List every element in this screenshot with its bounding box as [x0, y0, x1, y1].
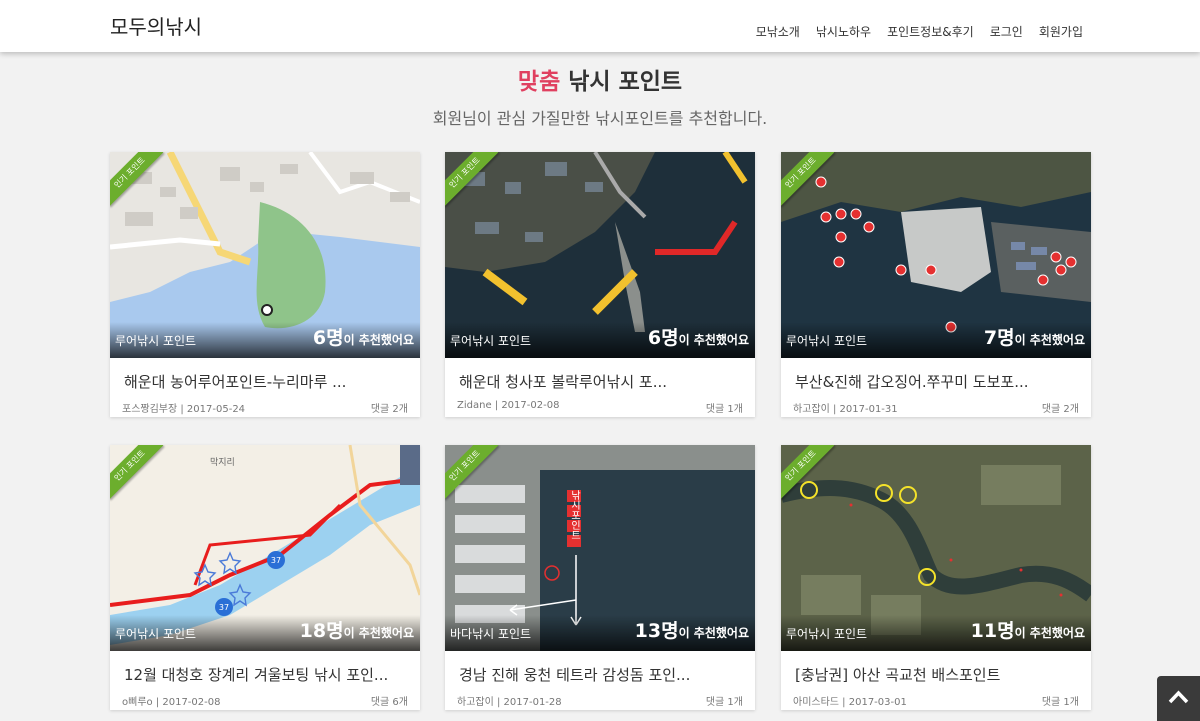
point-category: 루어낚시 포인트	[115, 627, 197, 641]
point-thumbnail[interactable]: 인기 포인트 루어낚시 포인트 7명이 추천했어요	[781, 152, 1091, 358]
comment-count: 댓글 2개	[370, 404, 408, 415]
menu-item-knowhow[interactable]: 낚시노하우	[816, 23, 871, 40]
recommend-suffix: 이 추천했어요	[1014, 626, 1085, 640]
recommend-suffix: 이 추천했어요	[678, 333, 749, 347]
page-title-rest: 낚시 포인트	[560, 69, 683, 95]
recommend-number: 13명	[634, 620, 679, 642]
recommend-number: 6명	[647, 327, 679, 349]
road-badge-label: 37	[219, 603, 229, 612]
recommend-number: 6명	[312, 327, 344, 349]
comment-count: 댓글 1개	[705, 697, 743, 708]
point-category: 루어낚시 포인트	[450, 334, 532, 348]
post-meta: o삐루o | 2017-02-08	[122, 697, 221, 708]
brand-logo[interactable]: 모두의낚시	[110, 11, 202, 40]
recommend-count: 18명이 추천했어요	[300, 616, 414, 643]
road-badge-label: 37	[271, 556, 281, 565]
point-thumbnail[interactable]: 낚시포인트 인기 포인트 바다낚시 포인트 13명이 추천했어요	[445, 445, 755, 651]
post-meta: 하고잡이 | 2017-01-28	[457, 697, 562, 708]
point-category: 루어낚시 포인트	[786, 334, 868, 348]
menu-item-login[interactable]: 로그인	[990, 23, 1023, 40]
recommend-number: 18명	[299, 620, 344, 642]
post-meta: 하고잡이 | 2017-01-31	[793, 404, 898, 415]
point-thumbnail[interactable]: 인기 포인트 루어낚시 포인트 6명이 추천했어요	[445, 152, 755, 358]
page-title: 맞춤 낚시 포인트	[0, 62, 1200, 96]
point-card[interactable]: 인기 포인트 루어낚시 포인트 11명이 추천했어요 [충남권] 아산 곡교천 …	[781, 445, 1091, 710]
menu-item-signup[interactable]: 회원가입	[1039, 23, 1083, 40]
post-meta: 포스짱김부장 | 2017-05-24	[122, 404, 246, 415]
recommend-count: 13명이 추천했어요	[635, 616, 749, 643]
point-thumbnail[interactable]: 인기 포인트 루어낚시 포인트 11명이 추천했어요	[781, 445, 1091, 651]
point-card[interactable]: 낚시포인트 인기 포인트 바다낚시 포인트 13명이 추천했어요 경남 진해 웅…	[445, 445, 755, 710]
comment-count: 댓글 6개	[370, 697, 408, 708]
recommend-suffix: 이 추천했어요	[1014, 333, 1085, 347]
map-point-label: 낚시포인트	[569, 490, 581, 540]
chevron-up-icon	[1168, 690, 1189, 704]
recommend-number: 7명	[983, 327, 1015, 349]
main-menu: 모낚소개 낚시노하우 포인트정보&후기 로그인 회원가입	[756, 23, 1083, 40]
map-place-label: 막지리	[210, 457, 235, 468]
recommend-number: 11명	[970, 620, 1015, 642]
point-title[interactable]: 경남 진해 웅천 테트라 감성돔 포인...	[459, 664, 690, 685]
recommend-count: 6명이 추천했어요	[648, 323, 749, 350]
point-card[interactable]: 인기 포인트 루어낚시 포인트 6명이 추천했어요 해운대 청사포 볼락루어낚시…	[445, 152, 755, 417]
point-title[interactable]: 12월 대청호 장계리 겨울보팅 낚시 포인...	[124, 664, 388, 685]
point-category: 루어낚시 포인트	[115, 334, 197, 348]
point-title[interactable]: 부산&진해 갑오징어.쭈꾸미 도보포...	[795, 371, 1029, 392]
page-subtitle: 회원님이 관심 가질만한 낚시포인트를 추천합니다.	[432, 109, 768, 128]
point-category: 바다낚시 포인트	[450, 627, 532, 641]
point-category: 루어낚시 포인트	[786, 627, 868, 641]
point-thumbnail[interactable]: 막지리 37 37 인기 포인트 루어낚시 포인트 18명이 추천했어요	[110, 445, 420, 651]
point-card[interactable]: 막지리 37 37 인기 포인트 루어낚시 포인트 18명이 추천했어요 12월 …	[110, 445, 420, 710]
point-thumbnail[interactable]: 인기 포인트 루어낚시 포인트 6명이 추천했어요	[110, 152, 420, 358]
recommend-suffix: 이 추천했어요	[678, 626, 749, 640]
point-card[interactable]: 인기 포인트 루어낚시 포인트 6명이 추천했어요 해운대 농어루어포인트-누리…	[110, 152, 420, 417]
recommend-count: 6명이 추천했어요	[313, 323, 414, 350]
post-meta: 아미스타드 | 2017-03-01	[793, 697, 907, 708]
menu-item-about[interactable]: 모낚소개	[756, 23, 800, 40]
point-title[interactable]: 해운대 농어루어포인트-누리마루 ...	[124, 371, 346, 392]
recommend-suffix: 이 추천했어요	[343, 333, 414, 347]
point-card[interactable]: 인기 포인트 루어낚시 포인트 7명이 추천했어요 부산&진해 갑오징어.쭈꾸미…	[781, 152, 1091, 417]
recommend-count: 7명이 추천했어요	[984, 323, 1085, 350]
recommend-count: 11명이 추천했어요	[971, 616, 1085, 643]
menu-item-points[interactable]: 포인트정보&후기	[887, 23, 974, 40]
recommend-suffix: 이 추천했어요	[343, 626, 414, 640]
page-title-accent: 맞춤	[517, 69, 561, 95]
navbar: 모두의낚시 모낚소개 낚시노하우 포인트정보&후기 로그인 회원가입	[0, 0, 1200, 52]
post-meta: Zidane | 2017-02-08	[457, 400, 560, 411]
point-title[interactable]: [충남권] 아산 곡교천 배스포인트	[795, 664, 1000, 685]
scroll-to-top-button[interactable]	[1157, 676, 1200, 721]
comment-count: 댓글 1개	[705, 404, 743, 415]
comment-count: 댓글 1개	[1041, 697, 1079, 708]
comment-count: 댓글 2개	[1041, 404, 1079, 415]
point-title[interactable]: 해운대 청사포 볼락루어낚시 포...	[459, 371, 667, 392]
